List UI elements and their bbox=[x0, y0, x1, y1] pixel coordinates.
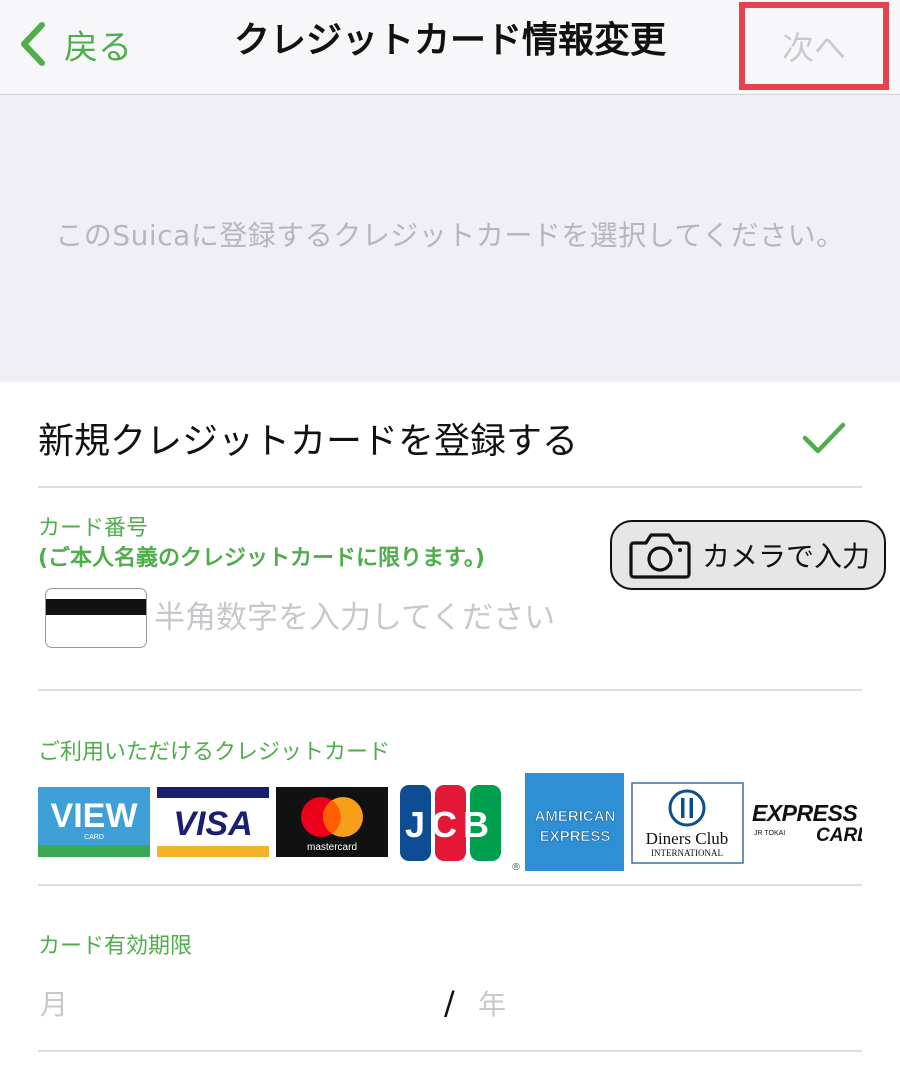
back-button[interactable]: 戻る bbox=[18, 18, 132, 70]
next-label: 次へ bbox=[781, 29, 846, 67]
svg-text:INTERNATIONAL: INTERNATIONAL bbox=[651, 848, 723, 858]
card-number-note: (ご本人名義のクレジットカードに限ります。) bbox=[38, 546, 485, 571]
svg-text:EXPRESS: EXPRESS bbox=[752, 800, 858, 826]
jcb-logo: JCB bbox=[400, 785, 502, 861]
svg-text:EXPRESS: EXPRESS bbox=[540, 828, 611, 845]
new-card-option[interactable]: 新規クレジットカードを登録する bbox=[0, 382, 900, 487]
amex-logo: AMERICAN EXPRESS bbox=[525, 773, 624, 871]
instruction-text: このSuicaに登録するクレジットカードを選択してください。 bbox=[55, 219, 845, 252]
navigation-bar: 戻る クレジットカード情報変更 次へ bbox=[0, 0, 900, 95]
expiry-label: カード有効期限 bbox=[38, 934, 193, 959]
divider bbox=[38, 689, 862, 691]
svg-text:CARD: CARD bbox=[84, 834, 104, 841]
svg-text:mastercard: mastercard bbox=[307, 842, 357, 853]
divider bbox=[38, 1050, 862, 1052]
camera-icon bbox=[629, 533, 691, 579]
chevron-left-icon bbox=[21, 22, 45, 66]
card-number-input[interactable] bbox=[154, 594, 594, 642]
divider bbox=[38, 486, 862, 488]
registered-mark: ® bbox=[511, 862, 521, 873]
accepted-cards-label: ご利用いただけるクレジットカード bbox=[38, 740, 391, 765]
magnetic-stripe bbox=[46, 599, 146, 615]
expiry-year-input[interactable] bbox=[478, 982, 858, 1026]
svg-text:JR TOKAI: JR TOKAI bbox=[754, 830, 785, 837]
express-card-logo: EXPRESS JR TOKAI CARD bbox=[748, 797, 862, 847]
visa-logo: VISA bbox=[157, 787, 269, 857]
back-label: 戻る bbox=[64, 27, 132, 68]
new-card-label: 新規クレジットカードを登録する bbox=[38, 421, 579, 462]
view-card-logo: VIEW CARD bbox=[38, 787, 150, 857]
camera-button-label: カメラで入力 bbox=[702, 540, 871, 573]
checkmark-icon bbox=[802, 422, 846, 454]
svg-text:AMERICAN: AMERICAN bbox=[535, 808, 616, 825]
credit-card-icon bbox=[45, 588, 147, 648]
svg-text:VIEW: VIEW bbox=[51, 797, 139, 835]
next-button[interactable]: 次へ bbox=[739, 2, 889, 90]
diners-club-logo: Diners Club INTERNATIONAL bbox=[631, 782, 744, 864]
expiry-month-input[interactable] bbox=[40, 982, 420, 1026]
divider bbox=[38, 884, 862, 886]
mastercard-logo: mastercard bbox=[276, 787, 388, 857]
camera-input-button[interactable]: カメラで入力 bbox=[610, 520, 886, 590]
svg-text:VISA: VISA bbox=[173, 805, 252, 843]
card-number-label: カード番号 bbox=[38, 516, 149, 541]
svg-text:CARD: CARD bbox=[816, 825, 862, 846]
svg-text:JCB: JCB bbox=[405, 804, 495, 845]
svg-text:Diners Club: Diners Club bbox=[646, 829, 729, 848]
expiry-separator: / bbox=[444, 984, 455, 1022]
